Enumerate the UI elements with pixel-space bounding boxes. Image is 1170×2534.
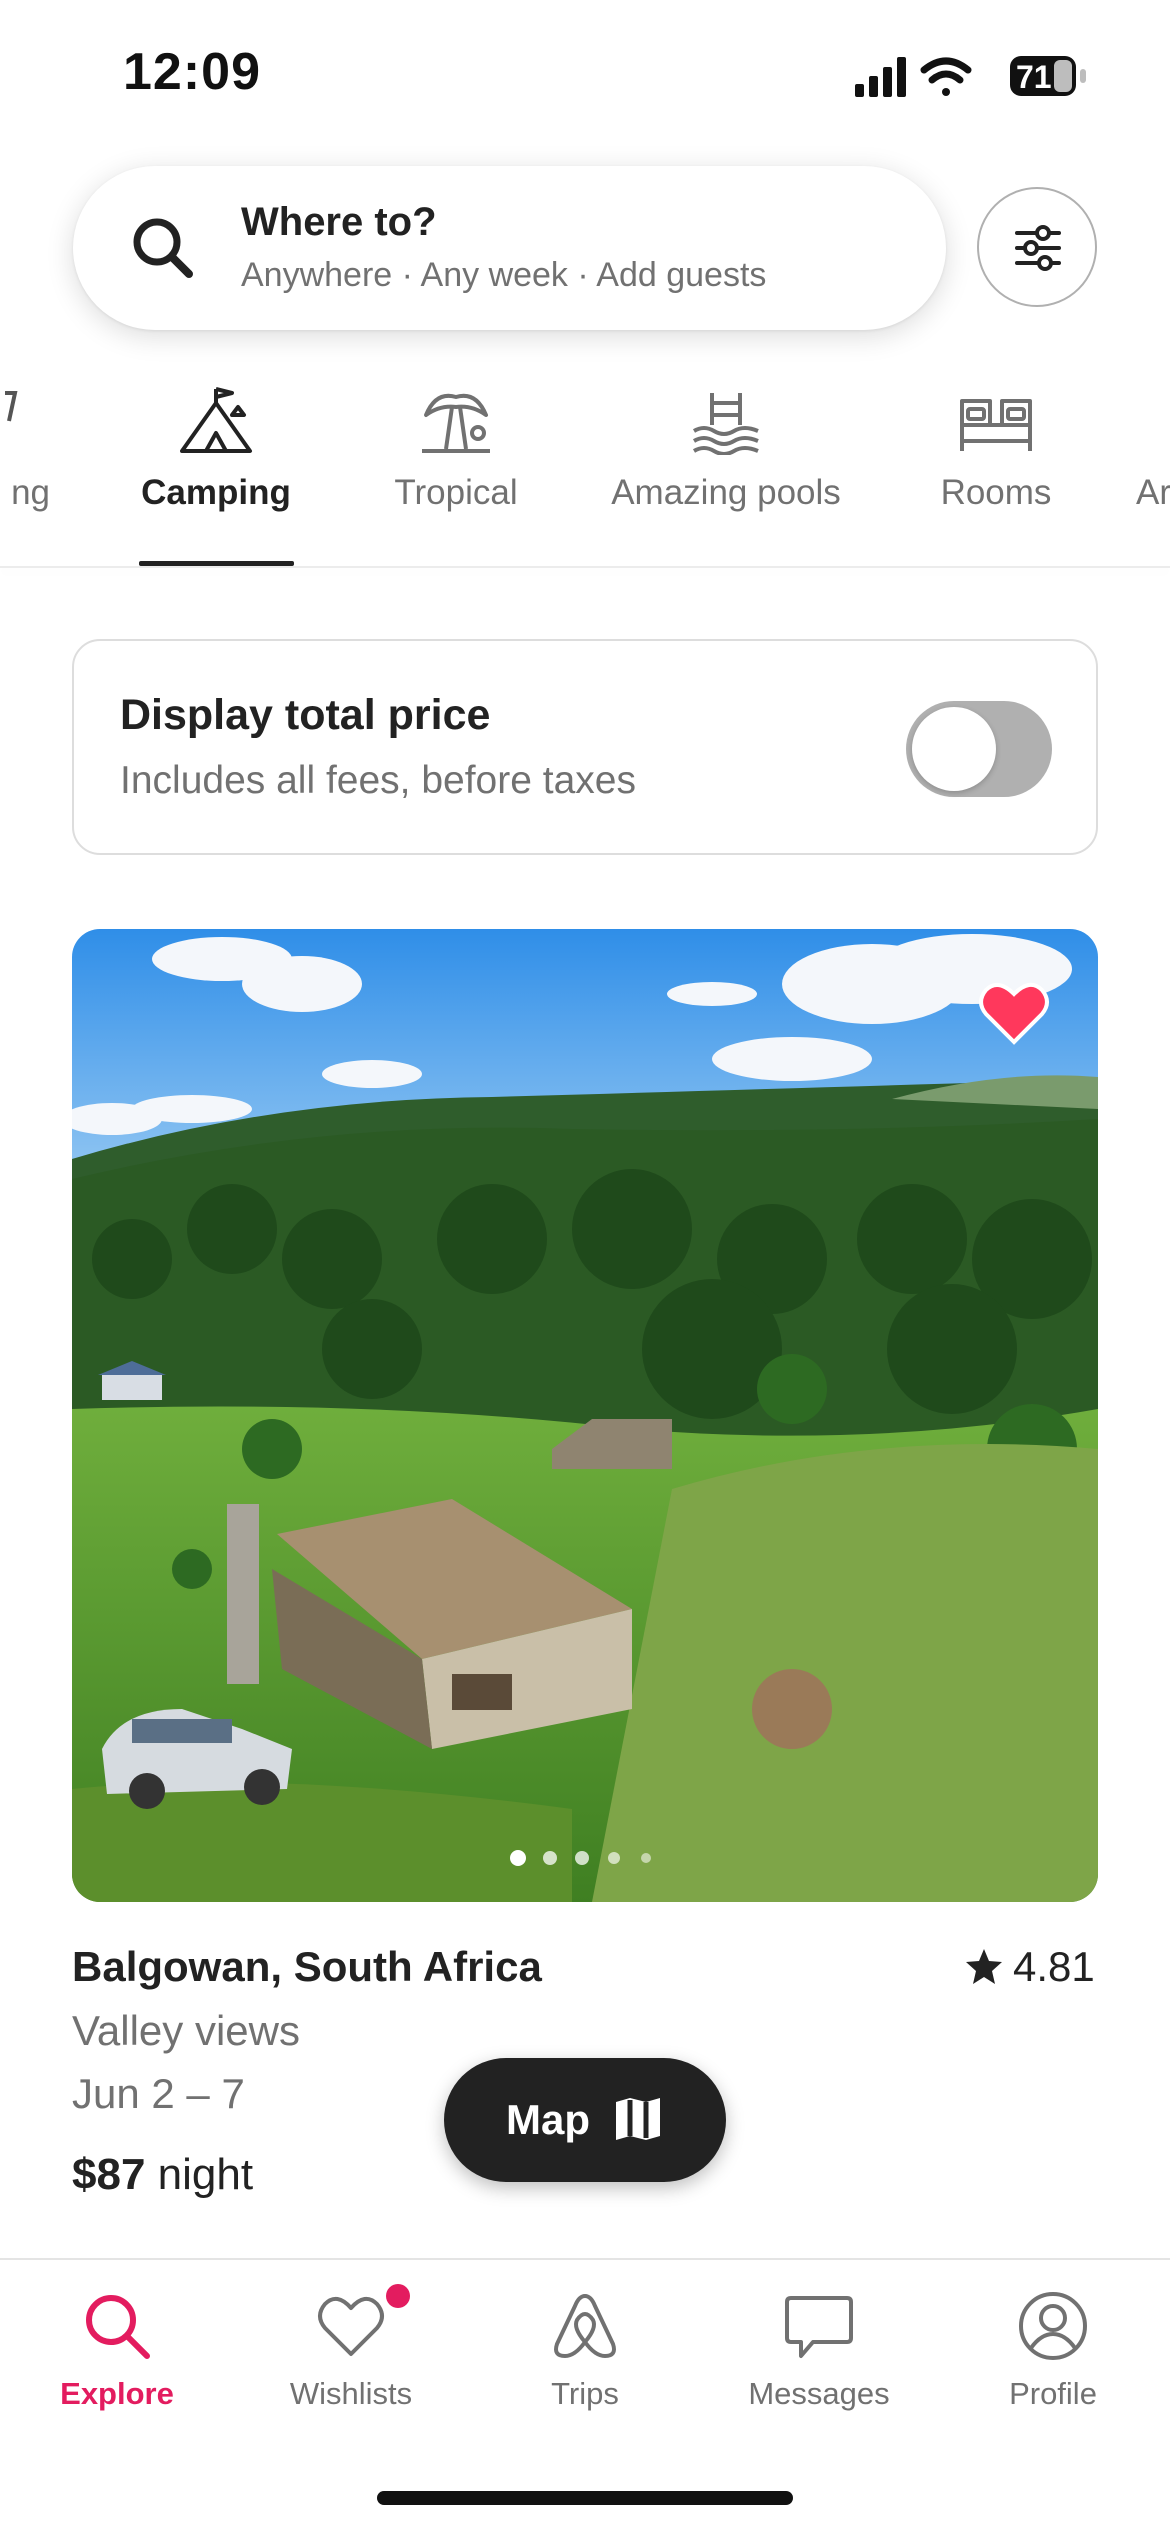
search-icon: [133, 218, 193, 278]
message-icon: [785, 2296, 853, 2358]
total-price-subtitle: Includes all fees, before taxes: [120, 759, 636, 802]
wifi-icon: [920, 57, 972, 96]
star-icon: [966, 1949, 1002, 1984]
total-price-card: Display total price Includes all fees, b…: [72, 639, 1098, 855]
listing-dates: Jun 2 – 7: [72, 2070, 245, 2117]
category-partial-right[interactable]: Ar: [1136, 385, 1170, 567]
category-bar: ng Camping Tropical Amazing pools Rooms …: [0, 385, 1170, 567]
nav-label: Trips: [551, 2376, 619, 2411]
map-button-label: Map: [506, 2096, 590, 2143]
nav-label: Messages: [748, 2376, 890, 2411]
nav-explore[interactable]: Explore: [0, 2290, 234, 2412]
category-label: Camping: [141, 473, 291, 512]
category-label: ng: [11, 473, 50, 512]
bed-icon: [960, 399, 1032, 451]
signal-icon: [855, 57, 906, 97]
home-indicator[interactable]: [377, 2491, 793, 2505]
status-icons: 71: [855, 56, 1086, 97]
category-label: Rooms: [940, 473, 1052, 512]
category-tropical[interactable]: Tropical: [366, 385, 546, 567]
category-partial-left[interactable]: ng: [0, 385, 50, 567]
listing-description: Valley views: [72, 2007, 300, 2054]
partial-icon: [5, 391, 18, 422]
map-icon: [616, 2098, 660, 2140]
search-icon: [86, 2295, 150, 2359]
total-price-title: Display total price: [120, 691, 491, 739]
category-label: Amazing pools: [611, 473, 841, 512]
battery-level: 71: [1016, 59, 1052, 95]
pool-icon: [692, 393, 759, 455]
toggle-knob: [912, 707, 996, 791]
category-label: Tropical: [394, 473, 518, 512]
map-button[interactable]: Map: [444, 2058, 726, 2182]
tent-icon: [180, 387, 252, 453]
listing-rating: 4.81: [965, 1943, 1095, 1991]
battery-icon: 71: [1010, 56, 1086, 96]
airbnb-logo-icon: [554, 2294, 616, 2358]
category-divider: [0, 566, 1170, 568]
rating-value: 4.81: [1013, 1943, 1095, 1990]
category-rooms[interactable]: Rooms: [906, 385, 1086, 567]
search-bar[interactable]: Where to? Anywhere · Any week · Add gues…: [73, 166, 946, 330]
nav-label: Wishlists: [289, 2376, 413, 2411]
wishlist-badge: [386, 2284, 410, 2308]
filter-icon: [1015, 225, 1061, 271]
search-title: Where to?: [241, 200, 437, 244]
category-label: Ar: [1136, 473, 1170, 512]
category-camping[interactable]: Camping: [121, 385, 311, 567]
landscape-image: [72, 929, 1098, 1902]
total-price-toggle[interactable]: [906, 701, 1052, 797]
listing-location[interactable]: Balgowan, South Africa: [72, 1943, 542, 1991]
search-subtitle: Anywhere · Any week · Add guests: [241, 256, 767, 294]
status-time: 12:09: [123, 43, 261, 101]
category-amazing-pools[interactable]: Amazing pools: [596, 385, 856, 567]
price-unit: night: [157, 2150, 254, 2199]
photo-pagination-dots: [510, 1850, 651, 1866]
price-amount: $87: [72, 2150, 146, 2199]
nav-label: Profile: [1009, 2376, 1097, 2411]
favorite-heart-icon[interactable]: [978, 980, 1050, 1046]
nav-wishlists[interactable]: Wishlists: [234, 2290, 468, 2412]
heart-icon: [318, 2296, 384, 2356]
nav-messages[interactable]: Messages: [702, 2290, 936, 2412]
palm-tree-icon: [422, 393, 490, 453]
profile-icon: [1019, 2292, 1087, 2360]
partial-icon: [1136, 385, 1170, 455]
nav-profile[interactable]: Profile: [936, 2290, 1170, 2412]
filter-button[interactable]: [977, 187, 1097, 307]
listing-photo[interactable]: [72, 929, 1098, 1902]
nav-trips[interactable]: Trips: [468, 2290, 702, 2412]
nav-label: Explore: [60, 2376, 174, 2411]
listing-price: $87 night: [72, 2150, 253, 2200]
